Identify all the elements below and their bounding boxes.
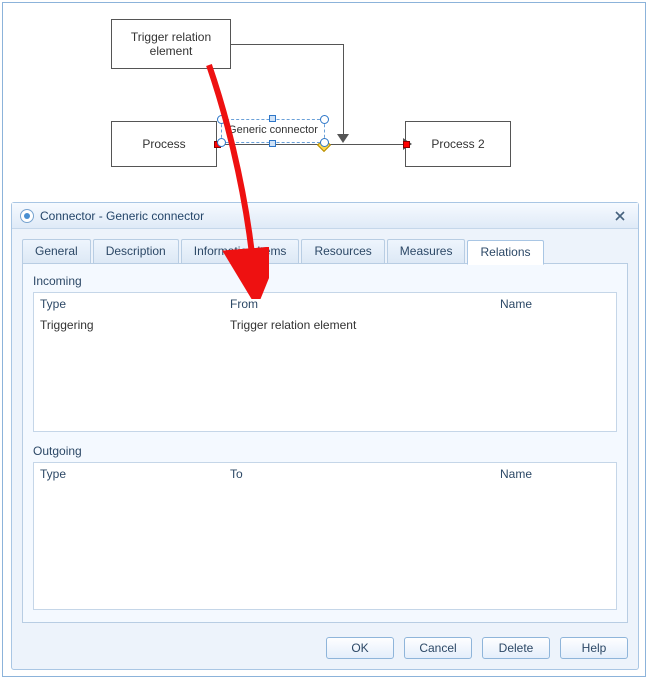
delete-button[interactable]: Delete	[482, 637, 550, 659]
diagram-node-process[interactable]: Process	[111, 121, 217, 167]
diagram-node-process2[interactable]: Process 2	[405, 121, 511, 167]
connector-label[interactable]: Generic connector	[222, 124, 324, 136]
column-header-name[interactable]: Name	[500, 467, 610, 481]
column-header-type[interactable]: Type	[40, 297, 230, 311]
dialog-titlebar[interactable]: Connector - Generic connector	[12, 203, 638, 229]
tab-measures[interactable]: Measures	[387, 239, 466, 264]
column-header-type[interactable]: Type	[40, 467, 230, 481]
cell-from: Trigger relation element	[230, 318, 500, 332]
tab-relations[interactable]: Relations	[467, 240, 543, 265]
table-row[interactable]: Triggering Trigger relation element	[34, 315, 616, 335]
cancel-button[interactable]: Cancel	[404, 637, 472, 659]
resize-handle-icon[interactable]	[320, 115, 329, 124]
incoming-table[interactable]: Type From Name Triggering Trigger relati…	[33, 292, 617, 432]
help-button[interactable]: Help	[560, 637, 628, 659]
connector-selection[interactable]: Generic connector	[221, 119, 325, 143]
cell-type: Triggering	[40, 318, 230, 332]
outgoing-section-title: Outgoing	[33, 444, 617, 458]
edge-segment	[343, 44, 344, 137]
edge-segment	[231, 44, 343, 45]
resize-handle-icon[interactable]	[320, 138, 329, 147]
cell-name	[500, 318, 610, 332]
node-label: Process 2	[431, 137, 484, 151]
connector-properties-dialog: Connector - Generic connector General De…	[11, 202, 639, 670]
tab-bar: General Description Information Items Re…	[22, 239, 628, 264]
column-header-from[interactable]: From	[230, 297, 500, 311]
tab-general[interactable]: General	[22, 239, 91, 264]
edge-segment	[325, 144, 405, 145]
app-frame: Trigger relation element Process Process…	[2, 2, 646, 677]
diagram-node-trigger[interactable]: Trigger relation element	[111, 19, 231, 69]
dialog-body: General Description Information Items Re…	[12, 229, 638, 629]
relations-panel: Incoming Type From Name Triggering Trigg…	[22, 263, 628, 623]
connection-port-icon	[403, 141, 410, 148]
table-header: Type To Name	[34, 463, 616, 485]
diagram-canvas[interactable]: Trigger relation element Process Process…	[3, 3, 645, 198]
column-header-to[interactable]: To	[230, 467, 500, 481]
connector-icon	[20, 209, 34, 223]
resize-handle-icon[interactable]	[269, 115, 276, 122]
node-label: Trigger relation element	[120, 30, 222, 59]
close-icon	[615, 211, 625, 221]
resize-handle-icon[interactable]	[269, 140, 276, 147]
close-button[interactable]	[610, 208, 630, 224]
tab-information-items[interactable]: Information Items	[181, 239, 300, 264]
tab-description[interactable]: Description	[93, 239, 179, 264]
table-header: Type From Name	[34, 293, 616, 315]
tab-resources[interactable]: Resources	[301, 239, 384, 264]
dialog-footer: OK Cancel Delete Help	[12, 629, 638, 669]
outgoing-table[interactable]: Type To Name	[33, 462, 617, 610]
dialog-title: Connector - Generic connector	[40, 209, 204, 223]
node-label: Process	[142, 137, 185, 151]
ok-button[interactable]: OK	[326, 637, 394, 659]
arrowhead-down-icon	[337, 134, 349, 143]
resize-handle-icon[interactable]	[217, 138, 226, 147]
incoming-section-title: Incoming	[33, 274, 617, 288]
column-header-name[interactable]: Name	[500, 297, 610, 311]
resize-handle-icon[interactable]	[217, 115, 226, 124]
